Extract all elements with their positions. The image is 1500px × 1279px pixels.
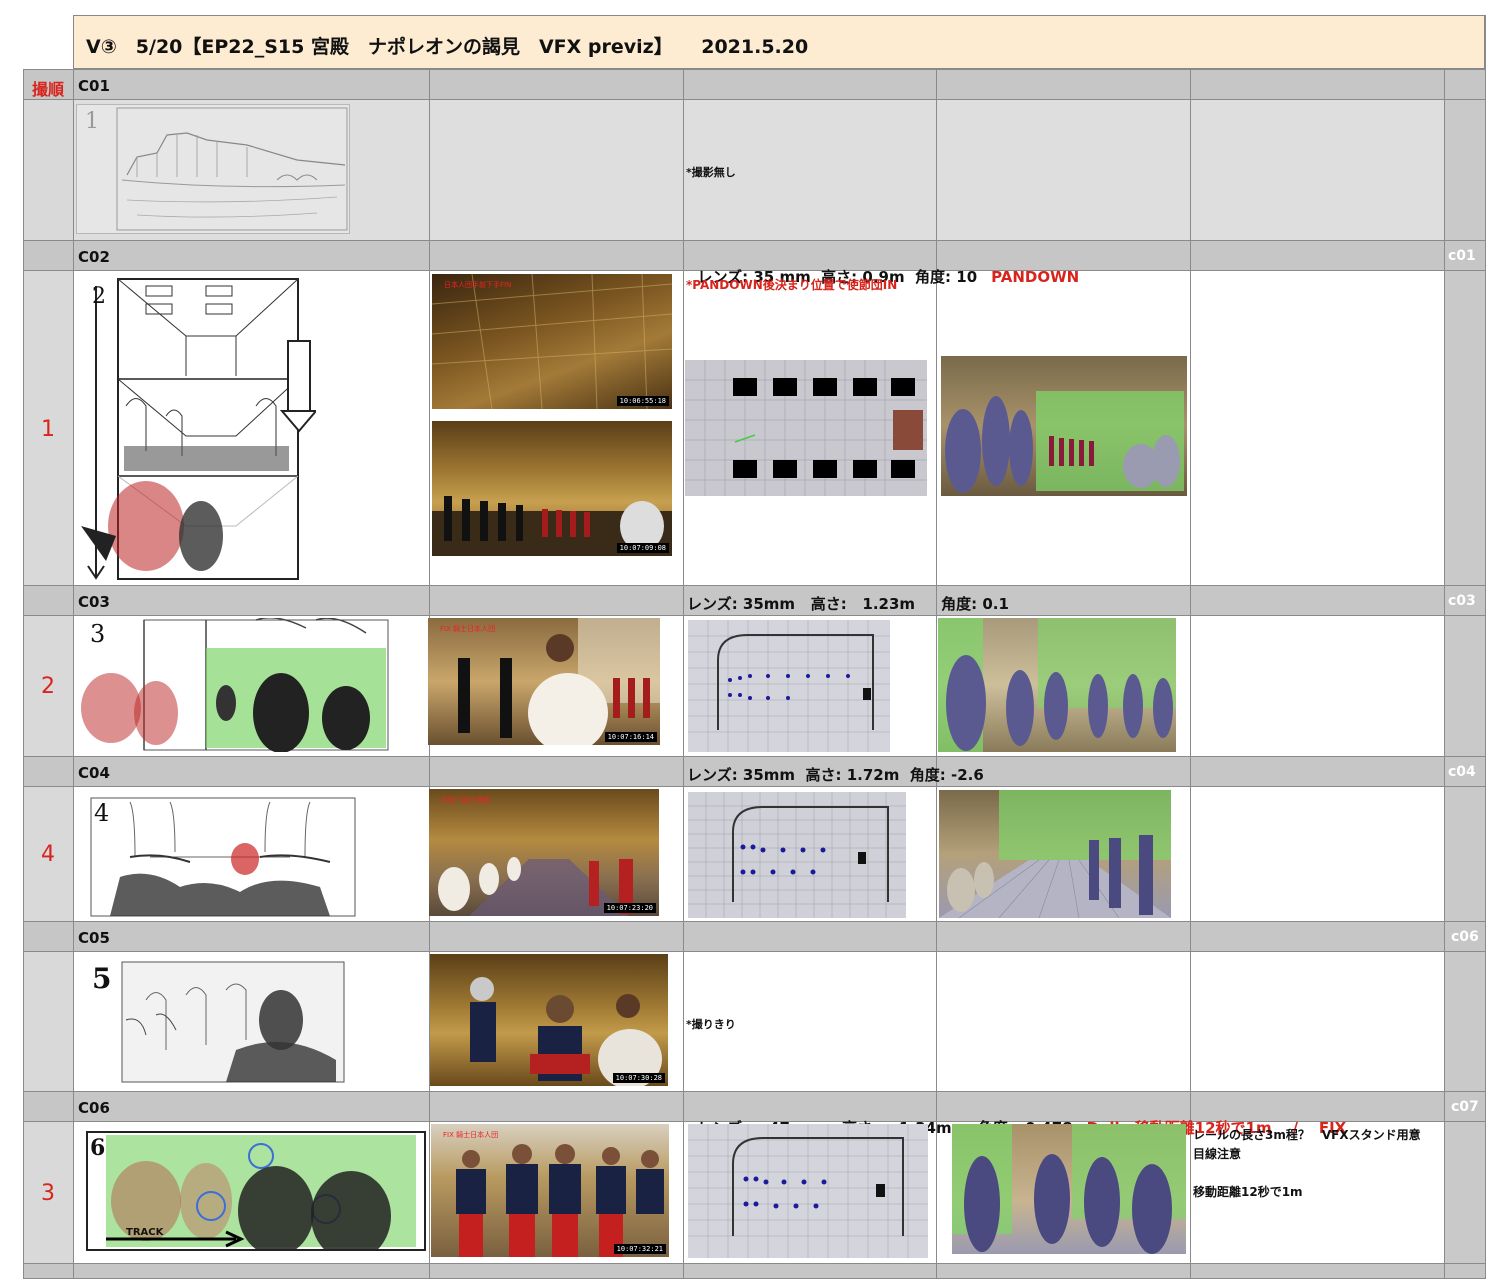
- sketch-number: 5: [92, 962, 112, 995]
- floorplan-c03: [688, 620, 890, 752]
- tag-c04: c04: [1448, 764, 1476, 780]
- note-c02: *PANDOWN後決まり位置で使節団IN: [686, 278, 898, 292]
- cut-label-c02: C02: [78, 248, 110, 266]
- note-c01: *撮影無し: [686, 166, 736, 179]
- reference-frame-c04: 手前へ騎士達画 10:07:23:20: [429, 789, 659, 916]
- storyboard-sketch-c04: 4: [90, 797, 356, 917]
- floorplan-c02: [685, 360, 927, 496]
- tag-c02: c01: [1448, 248, 1476, 264]
- cut-label-c04: C04: [78, 764, 110, 782]
- order-number: 2: [41, 674, 55, 699]
- order-number: 1: [41, 417, 55, 442]
- frame-caption: 手前へ騎士達画: [441, 796, 490, 804]
- right-col-seg: [1444, 1122, 1485, 1263]
- sketch-number: 1: [85, 109, 99, 134]
- tag-c06: c07: [1451, 1099, 1479, 1115]
- side-notes-c06: レールの長さ3m程？ VFXスタンド用意 目線注意 移動距離12秒で1m: [1193, 1126, 1421, 1202]
- sketch-number: 6: [90, 1135, 106, 1161]
- reference-frame-c06: FIX 騎士日本人団 10:07:32:21: [431, 1124, 669, 1257]
- cut-label-c06: C06: [78, 1099, 110, 1117]
- page-title: V③ 5/20【EP22_S15 宮殿 ナポレオンの謁見 VFX previz】…: [86, 36, 809, 58]
- previz-render-c02: [941, 356, 1187, 496]
- timecode: 10:07:09:08: [616, 543, 669, 553]
- right-col-seg: [1444, 271, 1485, 585]
- timecode: 10:06:55:18: [616, 396, 669, 406]
- right-col-seg: [1444, 100, 1485, 240]
- reference-frame-c02b: 10:07:09:08: [432, 421, 672, 556]
- reference-frame-c05: 10:07:30:28: [430, 954, 668, 1086]
- timecode: 10:07:32:21: [613, 1244, 666, 1254]
- cut-label-c01: C01: [78, 77, 110, 95]
- frame-caption: FIX 騎士日本人団: [443, 1131, 499, 1139]
- floorplan-c04: [688, 792, 906, 918]
- side-note: [1193, 1164, 1421, 1183]
- reference-frame-c03: FIX 騎士日本人団 10:07:16:14: [428, 618, 660, 745]
- tag-c03: c03: [1448, 593, 1476, 609]
- cut-label-c03: C03: [78, 593, 110, 611]
- timecode: 10:07:30:28: [612, 1073, 665, 1083]
- camera-notes-c03: レンズ: 35mm 高さ: 1.23m 角度: 0.1: [687, 595, 1009, 613]
- floorplan-c06: [688, 1124, 928, 1258]
- order-header: 撮順: [31, 80, 64, 99]
- storyboard-sketch-c01: 1: [76, 104, 350, 234]
- previz-render-c04: [939, 790, 1171, 918]
- row-header-c01: [23, 69, 1485, 100]
- storyboard-sketch-c06: 6 TRACK: [86, 1131, 426, 1251]
- right-col-seg: [1444, 952, 1485, 1091]
- timecode: 10:07:23:20: [603, 903, 656, 913]
- row-header-next: [23, 1263, 1485, 1279]
- order-number: 3: [41, 1181, 55, 1206]
- sketch-annotation: TRACK: [126, 1227, 164, 1238]
- frame-caption: FIX 騎士日本人団: [440, 625, 496, 633]
- storyboard-sketch-c03: 3: [76, 618, 390, 752]
- camera-notes-c04: レンズ: 35mm 高さ: 1.72m 角度: -2.6: [687, 766, 984, 784]
- storyboard-sketch-c02: 2: [76, 276, 316, 582]
- right-col-seg: [1444, 616, 1485, 756]
- frame-caption: 日本人団手前下手FIN: [444, 281, 512, 289]
- camera-move: PANDOWN: [991, 268, 1080, 286]
- cut-label-c05: C05: [78, 929, 110, 947]
- reference-frame-c02a: 日本人団手前下手FIN 10:06:55:18: [432, 274, 672, 409]
- side-note: 目線注意: [1193, 1147, 1242, 1161]
- row-header-c05: [23, 921, 1485, 952]
- side-note: 移動距離12秒で1m: [1193, 1185, 1303, 1199]
- note-c05: *撮りきり: [686, 1018, 736, 1031]
- storyboard-sketch-c05: 5: [86, 960, 346, 1084]
- timecode: 10:07:16:14: [604, 732, 657, 742]
- sketch-number: 3: [90, 620, 106, 648]
- tag-c05: c06: [1451, 929, 1479, 945]
- right-col-seg: [1444, 787, 1485, 921]
- order-number: 4: [41, 842, 55, 867]
- previz-render-c06: [952, 1124, 1186, 1254]
- sketch-number: 2: [92, 284, 106, 309]
- side-note: レールの長さ3m程？ VFXスタンド用意: [1193, 1128, 1421, 1142]
- sketch-number: 4: [94, 799, 110, 827]
- previz-render-c03: [938, 618, 1176, 752]
